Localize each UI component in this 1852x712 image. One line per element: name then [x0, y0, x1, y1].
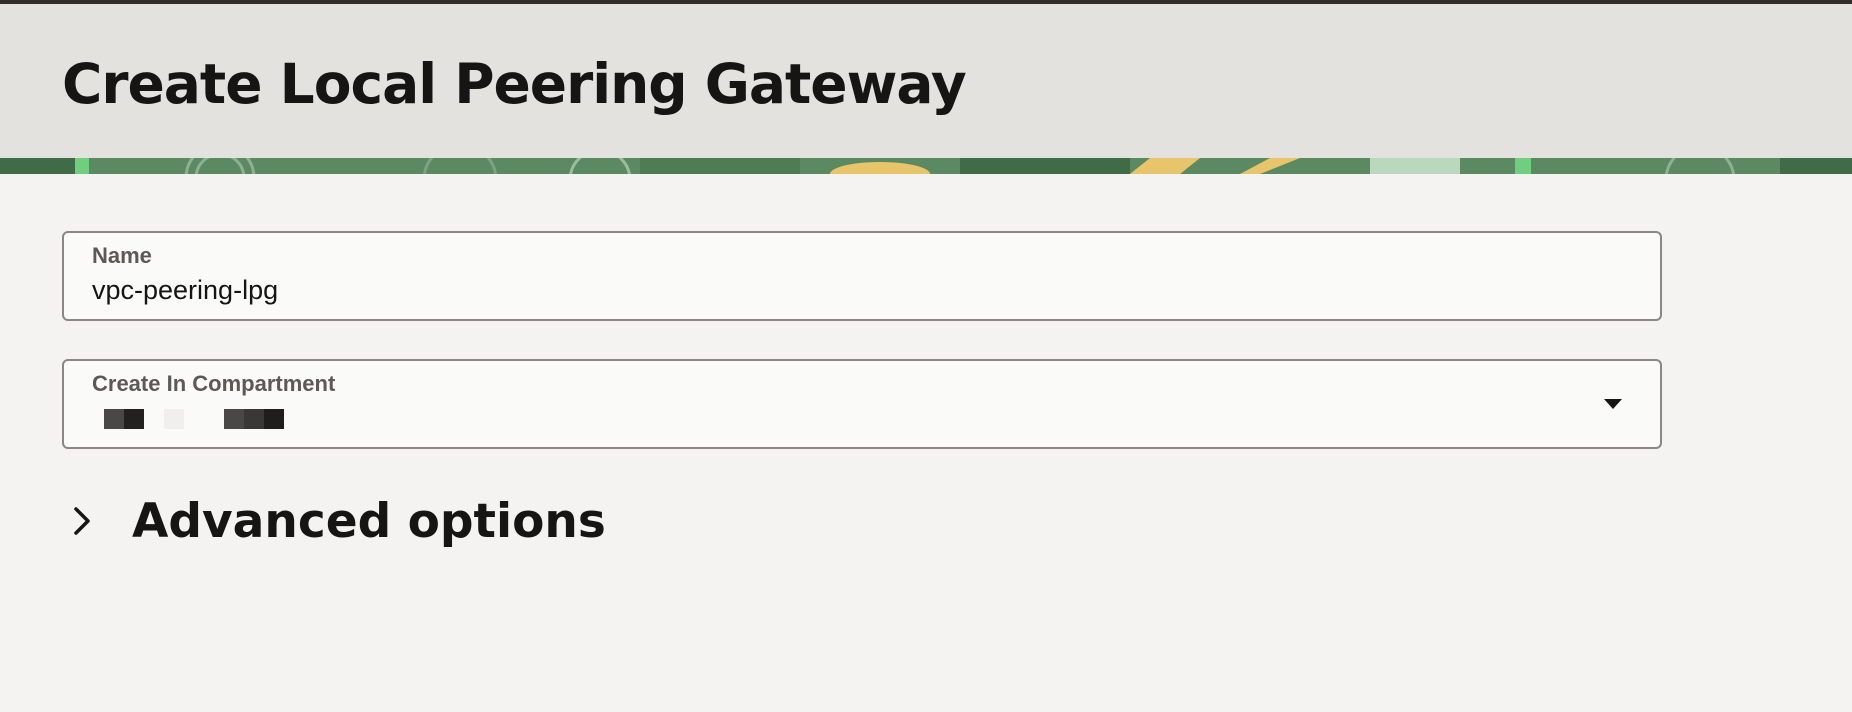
dropdown-caret-icon[interactable]: [1604, 399, 1622, 409]
advanced-options-label[interactable]: Advanced options: [132, 494, 606, 549]
redacted-compartment-value: [104, 409, 294, 429]
compartment-select[interactable]: Create In Compartment: [62, 359, 1662, 449]
advanced-options-toggle[interactable]: Advanced options: [62, 486, 762, 556]
page-title: Create Local Peering Gateway: [62, 52, 967, 116]
compartment-select-label: Create In Compartment: [92, 371, 336, 396]
name-field-value[interactable]: vpc-peering-lpg: [92, 275, 278, 306]
decorative-banner: [0, 158, 1852, 174]
chevron-right-icon[interactable]: [62, 501, 102, 541]
name-field[interactable]: Name vpc-peering-lpg: [62, 231, 1662, 321]
page-header: Create Local Peering Gateway: [0, 4, 1852, 158]
name-field-label: Name: [92, 243, 152, 268]
form-content: Name vpc-peering-lpg Create In Compartme…: [0, 174, 1852, 712]
